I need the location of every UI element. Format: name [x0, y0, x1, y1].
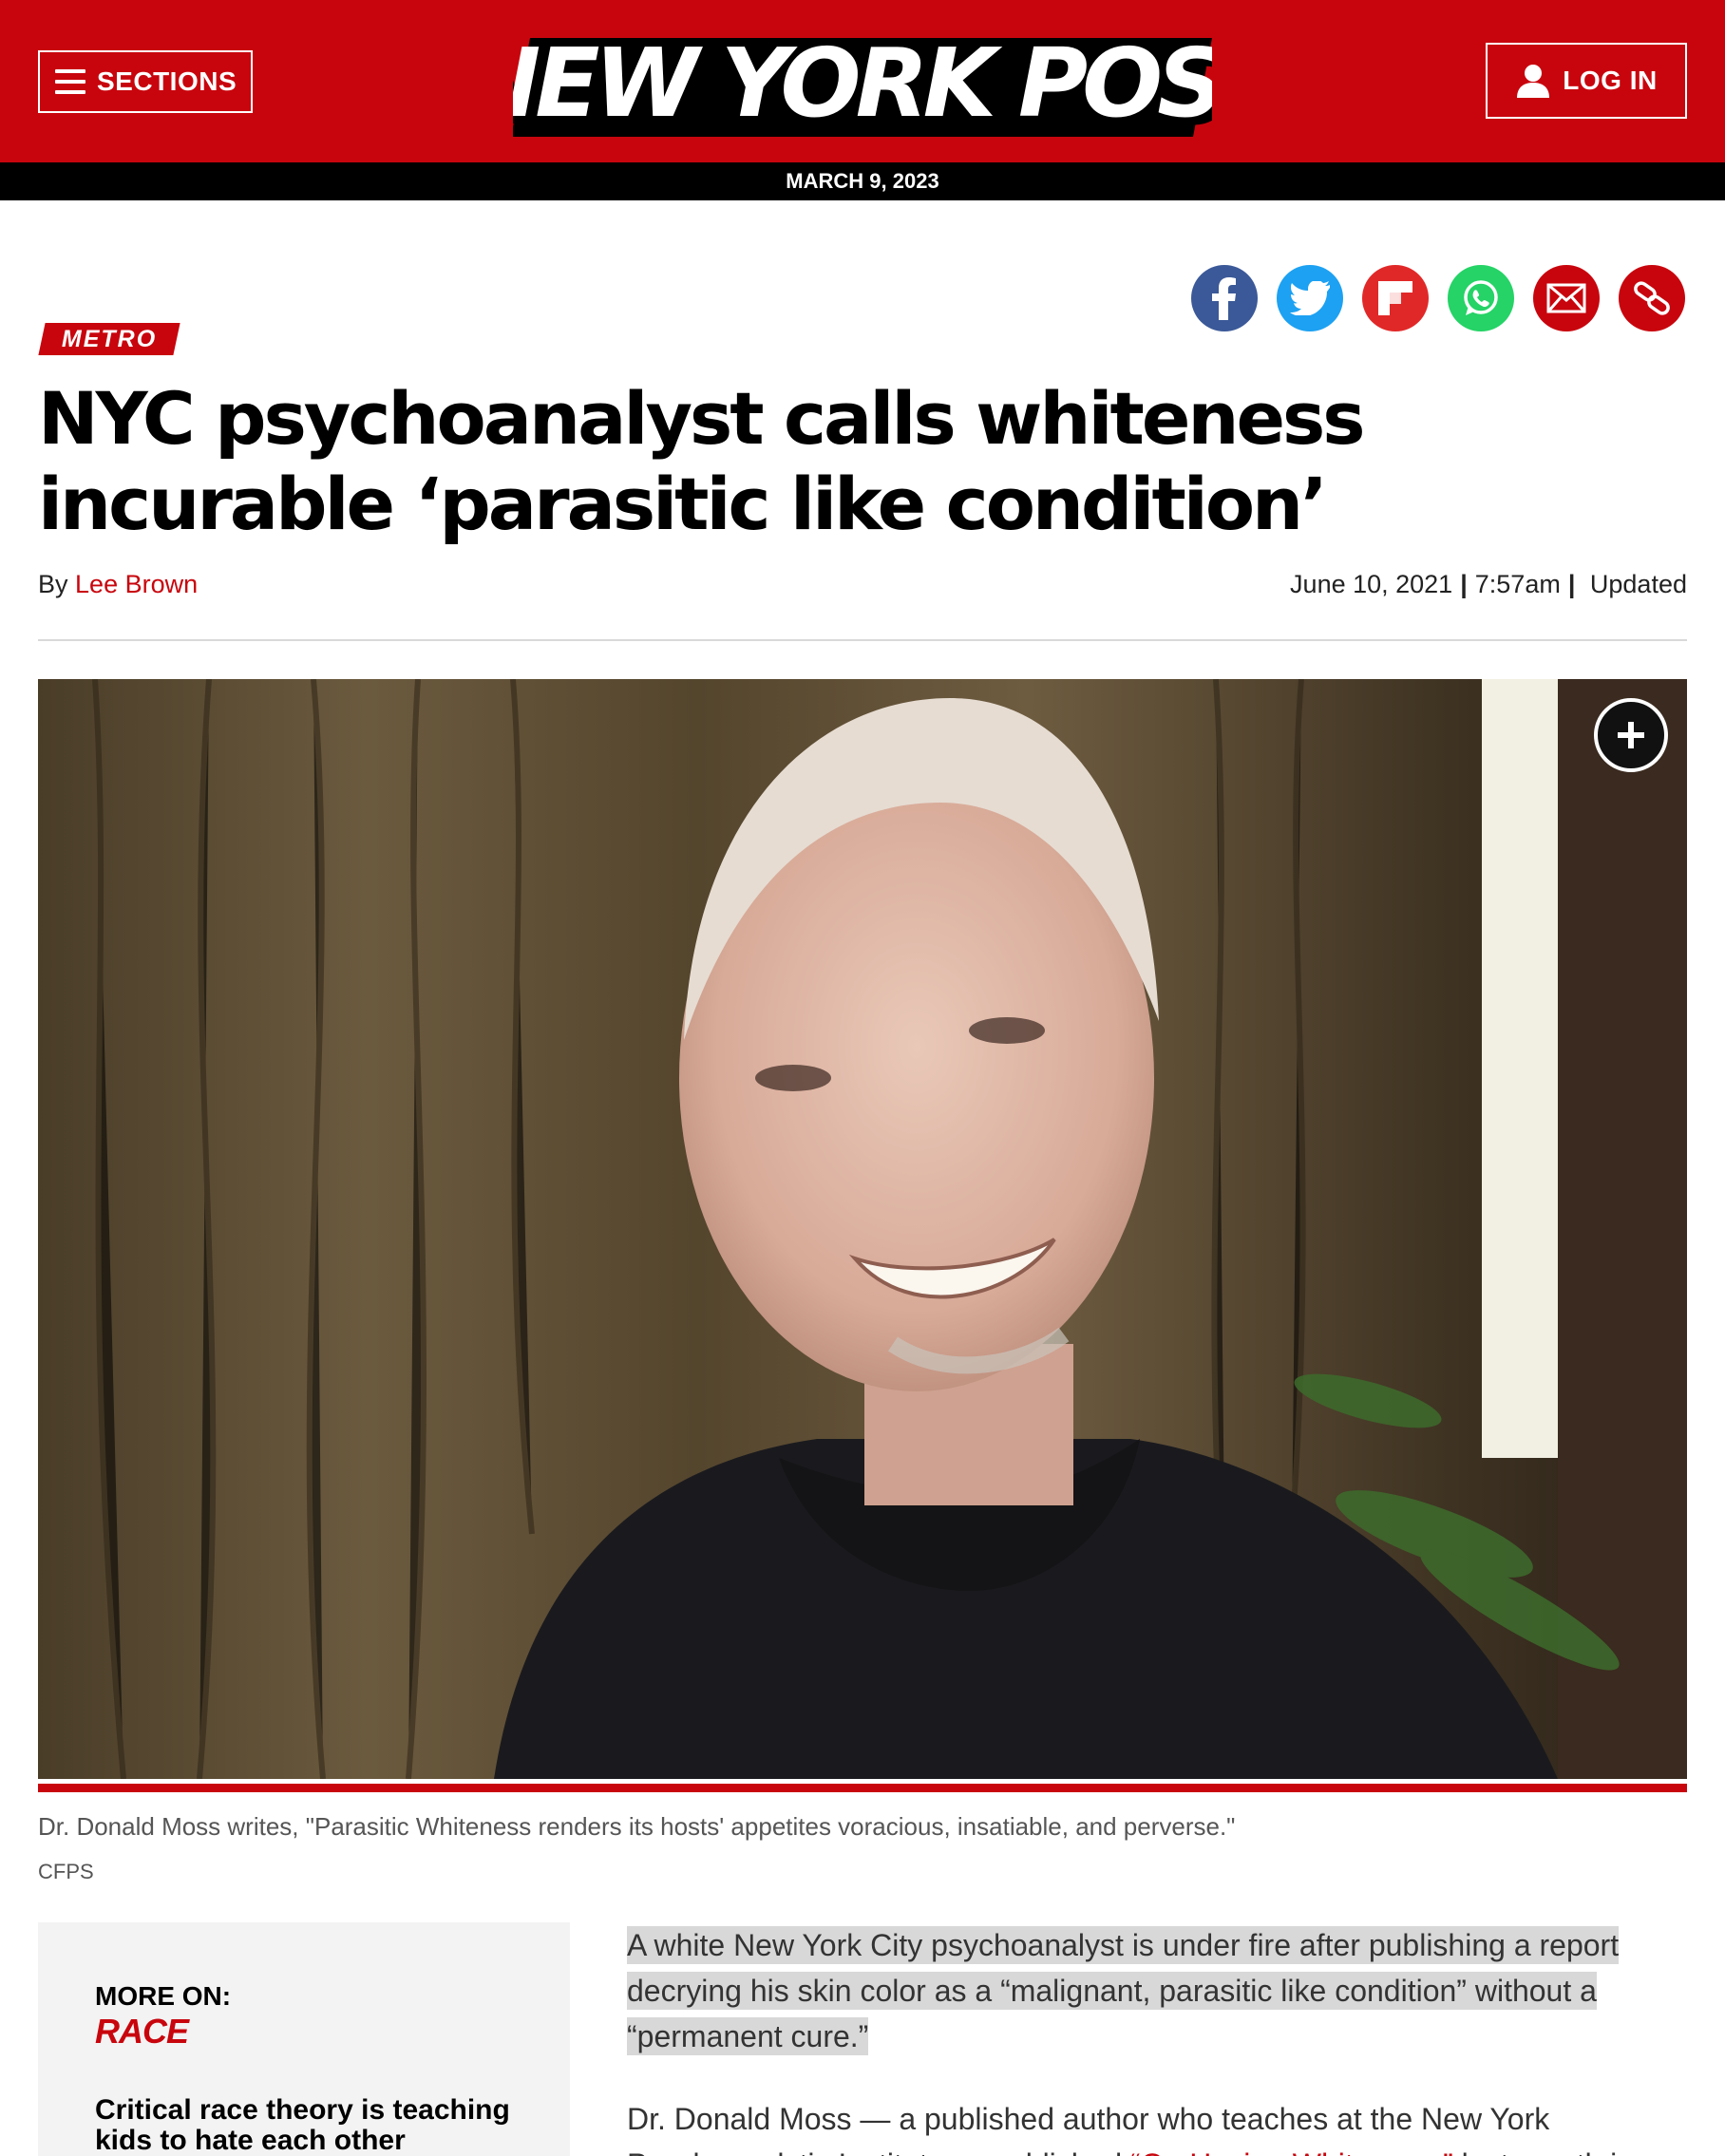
byline: By Lee Brown — [38, 570, 198, 599]
twitter-icon[interactable] — [1277, 265, 1343, 331]
date-bar: MARCH 9, 2023 — [0, 162, 1725, 200]
publish-date: June 10, 2021 — [1290, 570, 1453, 598]
article-paragraph: Dr. Donald Moss — a published author who… — [627, 2096, 1672, 2156]
category-tag[interactable]: METRO — [38, 323, 180, 355]
facebook-icon[interactable] — [1191, 265, 1258, 331]
login-label: LOG IN — [1563, 66, 1658, 95]
expand-photo-button[interactable] — [1594, 698, 1668, 772]
email-icon[interactable] — [1533, 265, 1600, 331]
paragraph-start: Dr. Donald Moss — a published author who… — [627, 2102, 1550, 2136]
article-link[interactable]: “On Having Whiteness,” — [1130, 2147, 1453, 2156]
divider — [38, 639, 1687, 641]
hamburger-icon — [55, 69, 85, 94]
more-on-label: MORE ON: — [95, 1981, 232, 2011]
plus-icon — [1618, 722, 1644, 748]
new-york-post-logo[interactable]: NEW YORK POST NEW YORK POST — [513, 25, 1212, 139]
byline-prefix: By — [38, 570, 68, 598]
updated-label: Updated — [1589, 570, 1687, 598]
article-lead: A white New York City psychoanalyst is u… — [627, 1922, 1634, 2059]
sections-label: SECTIONS — [97, 66, 237, 96]
publish-time: 7:57am — [1474, 570, 1561, 598]
lead-text: A white New York City psychoanalyst is u… — [627, 1926, 1620, 2055]
related-article-link[interactable]: Critical race theory is teaching kids to… — [95, 2095, 513, 2156]
whatsapp-icon[interactable] — [1448, 265, 1514, 331]
logo-text: NEW YORK POST — [513, 28, 1212, 139]
paragraph-rest: Psychoanalytic Institute — published — [627, 2147, 1130, 2156]
category-label: METRO — [61, 325, 158, 352]
user-icon — [1517, 65, 1550, 98]
login-button[interactable]: LOG IN — [1486, 43, 1687, 119]
more-on-topic[interactable]: RACE — [95, 2012, 189, 2052]
copy-link-icon[interactable] — [1619, 265, 1685, 331]
more-on-box: MORE ON: RACE Critical race theory is te… — [38, 1922, 570, 2156]
dateline: June 10, 2021 | 7:57am | Updated — [1290, 570, 1687, 598]
article-headline: NYC psychoanalyst calls whiteness incura… — [38, 376, 1366, 546]
sections-button[interactable]: SECTIONS — [38, 50, 253, 113]
photo-caption: Dr. Donald Moss writes, "Parasitic White… — [38, 1812, 1236, 1841]
article-photo[interactable] — [38, 679, 1687, 1779]
share-bar — [1191, 265, 1685, 331]
site-header: SECTIONS NEW YORK POST NEW YORK POST LOG… — [0, 0, 1725, 162]
photo-underline — [38, 1784, 1687, 1792]
photo-credit: CFPS — [38, 1860, 94, 1883]
flipboard-icon[interactable] — [1362, 265, 1429, 331]
author-link[interactable]: Lee Brown — [75, 570, 198, 598]
